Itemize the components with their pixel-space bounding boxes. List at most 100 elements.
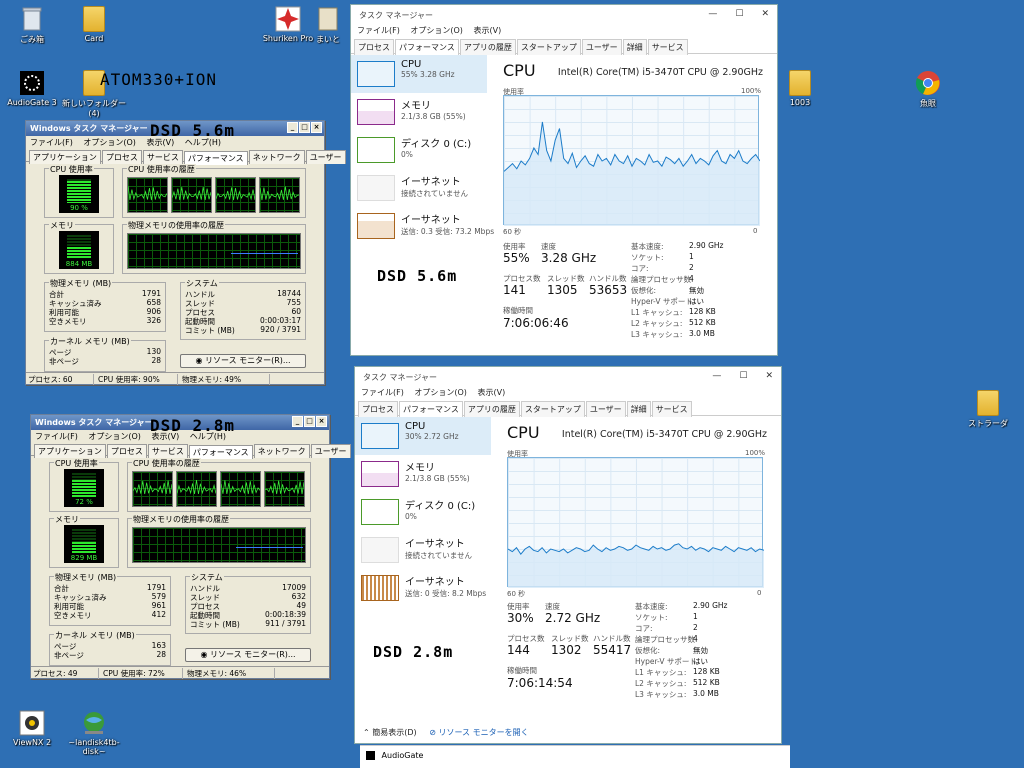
desktop-icon-label: Card (84, 34, 104, 43)
close-button[interactable]: × (316, 416, 327, 427)
sidebar-item-sub: 0% (401, 150, 413, 159)
cpu-usage-group: CPU 使用率 90 % (44, 164, 114, 218)
menu-file[interactable]: ファイル(F) (357, 26, 400, 35)
spec-label: L3 キャッシュ: (631, 330, 683, 339)
app-icon (318, 7, 338, 31)
menu-bar: ファイル(F) オプション(O) 表示(V) (355, 387, 781, 401)
win10-task-manager-window[interactable]: タスク マネージャー — ☐ ✕ ファイル(F) オプション(O) 表示(V) プロ… (354, 366, 782, 744)
spec-value: はい (689, 297, 704, 306)
memory-value: 884 MB (65, 260, 93, 268)
desktop-icon-chrome[interactable]: 魚眼 (896, 70, 960, 109)
maximize-button[interactable]: □ (304, 416, 315, 427)
tab-users[interactable]: ユーザー (585, 401, 626, 417)
sidebar-item-disk[interactable]: ディスク 0 (C:) 0% (351, 131, 487, 169)
system-value: 18744 (277, 289, 301, 298)
desktop-icon-landisk[interactable]: ~landisk4tb-disk~ (62, 710, 126, 756)
window-title-bar[interactable]: タスク マネージャー — ☐ ✕ (351, 5, 777, 25)
cpu-history-line (171, 186, 212, 201)
window-title: Windows タスク マネージャー (30, 124, 148, 133)
physical-memory-heading: 物理メモリ (MB) (54, 572, 118, 583)
desktop-icon-strada[interactable]: ストラーダ (956, 390, 1020, 429)
desktop-icon-audiogate[interactable]: AudioGate 3 (0, 70, 64, 107)
chrome-icon (915, 71, 940, 95)
spec-value: 512 KB (689, 318, 716, 327)
tab-processes[interactable]: プロセス (358, 401, 398, 417)
sidebar-item-cpu[interactable]: CPU 30% 2.72 GHz (355, 417, 491, 455)
tab-app-history[interactable]: アプリの履歴 (463, 401, 520, 417)
cpu-model: Intel(R) Core(TM) i5-3470T CPU @ 2.90GHz (557, 67, 763, 78)
desktop-icon-app[interactable]: まいと (306, 6, 350, 45)
status-processes: プロセス: 60 (26, 374, 94, 385)
collapse-icon[interactable]: ⌃ (363, 728, 370, 737)
desktop-icon-viewnx[interactable]: ViewNX 2 (0, 710, 64, 747)
sidebar-item-ethernet[interactable]: イーサネット 送信: 0.3 受信: 73.2 Mbps (351, 207, 494, 245)
desktop-icon-recycle-bin[interactable]: ごみ箱 (0, 6, 64, 45)
sidebar-item-memory[interactable]: メモリ 2.1/3.8 GB (55%) (351, 93, 487, 131)
sidebar-item-cpu[interactable]: CPU 55% 3.28 GHz (351, 55, 487, 93)
menu-options[interactable]: オプション(O) (414, 388, 467, 397)
menu-file[interactable]: ファイル(F) (30, 138, 73, 147)
desktop-icon-label: ストラーダ (968, 419, 1008, 428)
tab-processes[interactable]: プロセス (354, 39, 394, 55)
close-button[interactable]: ✕ (765, 371, 773, 381)
sidebar-item-sub: 30% 2.72 GHz (405, 432, 459, 441)
memory-history-label: 物理メモリの使用率の履歴 (132, 514, 230, 525)
sidebar-item-ethernet-disconnected[interactable]: イーサネット 接続されていません (351, 169, 487, 207)
maximize-button[interactable]: ☐ (735, 9, 743, 19)
classic-task-manager-window[interactable]: Windows タスク マネージャー _ □ × ファイル(F) オプション(O) … (30, 414, 351, 679)
system-value: 17009 (282, 583, 306, 592)
resource-monitor-button[interactable]: ◉ リソース モニター(R)... (180, 354, 306, 368)
sidebar-item-ethernet-disconnected[interactable]: イーサネット 接続されていません (355, 531, 491, 569)
tab-performance[interactable]: パフォーマンス (395, 39, 459, 55)
resource-monitor-button[interactable]: ◉ リソース モニター(R)... (185, 648, 311, 662)
minimize-button[interactable]: _ (287, 122, 298, 133)
menu-file[interactable]: ファイル(F) (361, 388, 404, 397)
open-resource-monitor-link[interactable]: ⊘ リソース モニターを開く (429, 728, 528, 737)
memory-history-group: 物理メモリの使用率の履歴 (127, 514, 311, 568)
sidebar-item-disk[interactable]: ディスク 0 (C:) 0% (355, 493, 491, 531)
system-group: システム ハンドル 18744 スレッド 755 プロセス 60 起動時間 0:00:0… (180, 278, 306, 340)
menu-file[interactable]: ファイル(F) (35, 432, 78, 441)
menu-options[interactable]: オプション(O) (88, 432, 141, 441)
graph-zero: 0 (757, 589, 762, 597)
minimize-button[interactable]: — (708, 9, 717, 19)
menu-view[interactable]: 表示(V) (473, 26, 501, 35)
taskbar-item-audiogate[interactable]: AudioGate (360, 745, 790, 768)
maximize-button[interactable]: □ (299, 122, 310, 133)
classic-task-manager-window[interactable]: Windows タスク マネージャー _ □ × ファイル(F) オプション(O) … (25, 120, 346, 385)
tab-details[interactable]: 詳細 (622, 39, 647, 55)
sidebar-item-name: CPU (405, 421, 426, 432)
menu-view[interactable]: 表示(V) (477, 388, 505, 397)
graph-zero: 0 (753, 227, 758, 235)
win10-task-manager-window[interactable]: タスク マネージャー — ☐ ✕ ファイル(F) オプション(O) 表示(V) プロ… (350, 4, 778, 356)
spec-label: L1 キャッシュ: (635, 668, 687, 677)
cpu-thumbnail (357, 61, 395, 87)
menu-options[interactable]: オプション(O) (410, 26, 463, 35)
menu-options[interactable]: オプション(O) (83, 138, 136, 147)
tab-startup[interactable]: スタートアップ (520, 401, 585, 417)
fewer-details-button[interactable]: 簡易表示(D) (372, 728, 416, 737)
minimize-button[interactable]: _ (292, 416, 303, 427)
cpu-usage-area (508, 543, 764, 588)
tab-startup[interactable]: スタートアップ (516, 39, 581, 55)
close-button[interactable]: × (311, 122, 322, 133)
maximize-button[interactable]: ☐ (739, 371, 747, 381)
tab-app-history[interactable]: アプリの履歴 (459, 39, 516, 55)
tab-details[interactable]: 詳細 (626, 401, 651, 417)
sidebar-item-ethernet[interactable]: イーサネット 送信: 0 受信: 8.2 Mbps (355, 569, 491, 607)
desktop-icon-card[interactable]: Card (62, 6, 126, 43)
overlay-text-dsd28-xp: DSD 2.8m (150, 416, 236, 435)
tab-users[interactable]: ユーザー (581, 39, 622, 55)
tab-services[interactable]: サービス (651, 401, 692, 417)
graph-time: 60 秒 (503, 228, 522, 236)
spec-value: 無効 (693, 646, 708, 655)
window-title-bar[interactable]: タスク マネージャー — ☐ ✕ (355, 367, 781, 387)
cpu-history-line (132, 480, 173, 495)
sidebar-item-sub: 接続されていません (405, 551, 473, 560)
close-button[interactable]: ✕ (761, 9, 769, 19)
spec-label: 基本速度: (631, 242, 664, 251)
minimize-button[interactable]: — (712, 371, 721, 381)
tab-performance[interactable]: パフォーマンス (399, 401, 463, 417)
tab-services[interactable]: サービス (647, 39, 688, 55)
sidebar-item-memory[interactable]: メモリ 2.1/3.8 GB (55%) (355, 455, 491, 493)
